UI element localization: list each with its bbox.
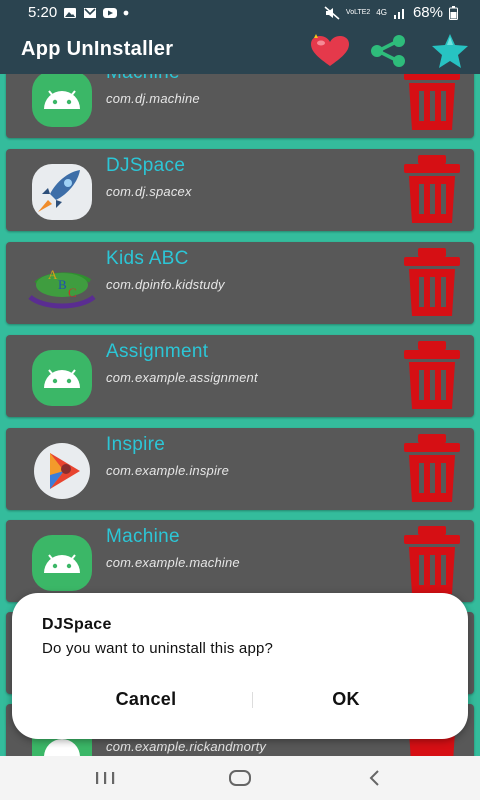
play-icon bbox=[34, 443, 90, 499]
back-button[interactable] bbox=[345, 762, 405, 794]
status-left: 5:20 bbox=[28, 4, 129, 21]
status-time: 5:20 bbox=[28, 4, 58, 21]
app-title: App UnInstaller bbox=[21, 38, 174, 60]
trash-icon[interactable] bbox=[402, 434, 462, 504]
rocket-icon bbox=[32, 164, 92, 220]
app-package: com.dj.spacex bbox=[106, 184, 192, 199]
signal-icon bbox=[393, 8, 404, 19]
home-button[interactable] bbox=[210, 762, 270, 794]
app-name: Kids ABC bbox=[106, 248, 189, 269]
mail-icon bbox=[84, 7, 97, 18]
uninstall-dialog: DJSpace Do you want to uninstall this ap… bbox=[12, 593, 468, 739]
svg-text:C: C bbox=[68, 285, 77, 300]
app-package: com.example.machine bbox=[106, 555, 240, 570]
star-icon bbox=[432, 34, 468, 68]
trash-icon[interactable] bbox=[402, 341, 462, 411]
navigation-bar bbox=[0, 756, 480, 800]
app-package: com.example.assignment bbox=[106, 370, 258, 385]
app-card[interactable]: Machine com.dj.machine bbox=[6, 74, 474, 138]
app-name: Inspire bbox=[106, 434, 166, 455]
app-name: Machine bbox=[106, 526, 180, 547]
share-icon bbox=[371, 35, 405, 67]
heart-icon bbox=[311, 34, 349, 66]
app-package: com.example.rickandmorty bbox=[106, 739, 267, 754]
battery-icon bbox=[449, 5, 458, 20]
home-icon bbox=[229, 770, 251, 786]
back-icon bbox=[369, 770, 379, 786]
abc-icon: A B C bbox=[28, 267, 96, 309]
image-icon bbox=[64, 7, 77, 18]
cancel-button[interactable]: Cancel bbox=[46, 679, 246, 719]
dot-icon bbox=[123, 10, 129, 15]
mute-icon bbox=[324, 5, 340, 20]
app-card[interactable]: A B C Kids ABC com.dpinfo.kidstudy bbox=[6, 242, 474, 324]
battery-percent: 68% bbox=[412, 4, 443, 21]
youtube-icon bbox=[103, 7, 118, 18]
app-package: com.example.inspire bbox=[106, 463, 230, 478]
app-name: Assignment bbox=[106, 341, 209, 362]
app-name: Machine bbox=[106, 74, 180, 84]
android-icon bbox=[32, 74, 92, 127]
status-bar: 5:20 VoLTE2 4G 68% bbox=[0, 0, 480, 26]
network-icon: 4G bbox=[376, 8, 387, 17]
app-card[interactable]: Machine com.example.machine bbox=[6, 520, 474, 602]
volte-icon: VoLTE2 bbox=[345, 9, 371, 16]
status-right: VoLTE2 4G 68% bbox=[324, 4, 458, 21]
trash-icon[interactable] bbox=[402, 248, 462, 318]
ok-button[interactable]: OK bbox=[246, 679, 446, 719]
app-bar: App UnInstaller bbox=[0, 26, 480, 74]
svg-text:B: B bbox=[58, 277, 67, 292]
android-icon bbox=[32, 535, 92, 591]
dialog-title: DJSpace bbox=[42, 616, 112, 633]
favorite-button[interactable] bbox=[428, 31, 472, 71]
rate-button[interactable] bbox=[308, 31, 352, 71]
trash-icon[interactable] bbox=[402, 74, 462, 132]
app-card[interactable]: Assignment com.example.assignment bbox=[6, 335, 474, 417]
app-name: DJSpace bbox=[106, 155, 186, 176]
trash-icon[interactable] bbox=[402, 526, 462, 596]
app-package: com.dpinfo.kidstudy bbox=[106, 277, 225, 292]
recent-apps-icon bbox=[96, 772, 115, 784]
android-icon bbox=[32, 350, 92, 406]
dialog-message: Do you want to uninstall this app? bbox=[42, 640, 274, 657]
trash-icon[interactable] bbox=[402, 155, 462, 225]
share-button[interactable] bbox=[366, 31, 410, 71]
app-package: com.dj.machine bbox=[106, 91, 200, 106]
recent-apps-button[interactable] bbox=[75, 762, 135, 794]
svg-text:A: A bbox=[48, 267, 58, 282]
app-card[interactable]: Inspire com.example.inspire bbox=[6, 428, 474, 510]
app-card[interactable]: DJSpace com.dj.spacex bbox=[6, 149, 474, 231]
